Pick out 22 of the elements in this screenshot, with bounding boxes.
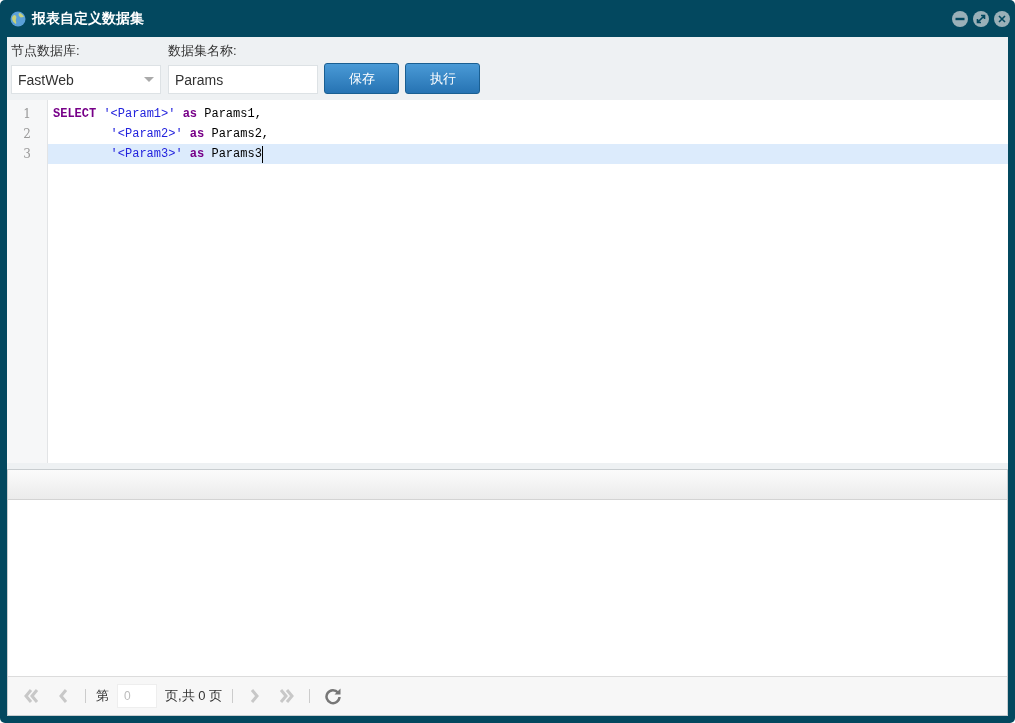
text-cursor — [261, 145, 263, 163]
toolbar-button[interactable]: 执行 — [405, 63, 480, 94]
line-number: 3 — [23, 147, 31, 161]
field-label: 数据集名称: — [168, 42, 238, 60]
page-count-label: 页,共 0 页 — [165, 687, 223, 705]
close-icon[interactable] — [994, 10, 1010, 27]
window-title: 报表自定义数据集 — [32, 9, 145, 28]
maximize-icon[interactable] — [973, 10, 989, 27]
code-line: SELECT '<Param1>' as Params1, — [53, 107, 262, 121]
code-line: '<Param2>' as Params2, — [110, 127, 270, 141]
code-line: '<Param3>' as Params3 — [110, 147, 262, 161]
database-dropdown[interactable]: FastWeb — [11, 65, 161, 94]
page-label: 第 — [96, 687, 109, 705]
line-number: 2 — [23, 127, 31, 141]
line-number: 1 — [23, 107, 31, 121]
minimize-icon[interactable] — [952, 10, 968, 27]
caret-icon — [144, 77, 154, 82]
toolbar-button[interactable]: 保存 — [324, 63, 399, 94]
input-field[interactable]: Params — [168, 65, 318, 94]
code-editor[interactable]: 1 2 3 SELECT '<Param1>' as Params1, '<Param2>' as Params2, '<Param3>' as Params3 — [7, 100, 1008, 463]
field-label: 节点数据库: — [11, 42, 81, 60]
globe-icon — [10, 10, 26, 27]
